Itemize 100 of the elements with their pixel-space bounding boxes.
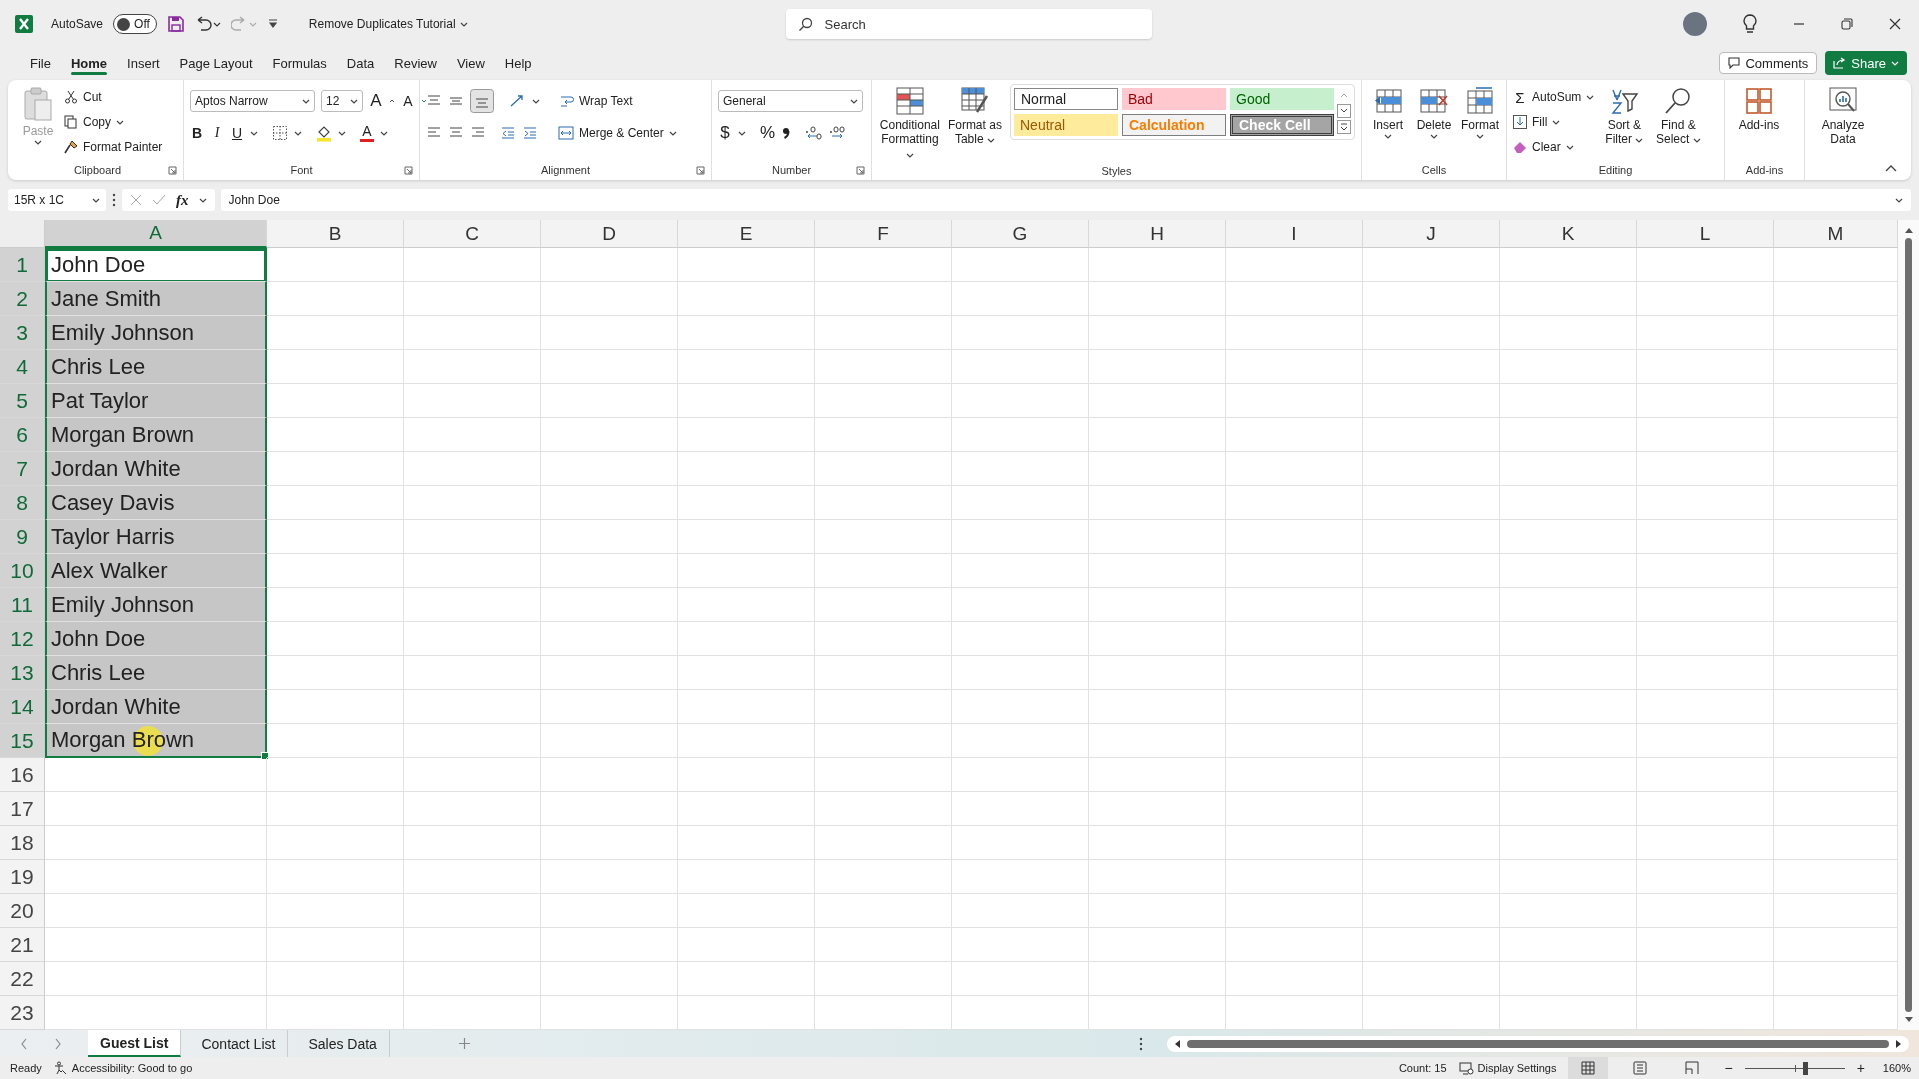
column-header[interactable]: D [541, 220, 678, 248]
column-header[interactable]: F [815, 220, 952, 248]
search-field[interactable]: Search [785, 9, 1152, 39]
dialog-launcher-icon[interactable] [404, 166, 413, 175]
find-select-button[interactable]: Find & Select [1654, 84, 1703, 147]
row-header[interactable]: 3 [0, 316, 45, 350]
column-header[interactable]: A [45, 220, 267, 248]
ribbon-tab[interactable]: Data [336, 51, 385, 75]
row-header[interactable]: 6 [0, 418, 45, 452]
sort-filter-button[interactable]: Sort & Filter [1600, 84, 1649, 147]
vertical-scrollbar[interactable] [1898, 220, 1919, 1030]
collapse-ribbon-icon[interactable] [1885, 164, 1897, 172]
zoom-in-button[interactable]: + [1856, 1060, 1865, 1076]
row-header[interactable]: 7 [0, 452, 45, 486]
row-header[interactable]: 10 [0, 554, 45, 588]
scroll-right-icon[interactable] [1895, 1038, 1903, 1049]
fill-button[interactable]: Fill [1513, 111, 1595, 133]
fill-handle[interactable] [261, 752, 269, 760]
formula-input[interactable]: John Doe [220, 189, 1911, 211]
save-icon[interactable] [166, 15, 185, 33]
fill-color-icon[interactable] [316, 124, 332, 142]
dialog-launcher-icon[interactable] [168, 166, 177, 175]
decrease-decimal-icon[interactable] [829, 125, 848, 141]
scroll-thumb[interactable] [1905, 238, 1912, 1012]
row-header[interactable]: 22 [0, 962, 45, 996]
avatar[interactable] [1683, 12, 1707, 36]
cut-button[interactable]: Cut [64, 86, 163, 108]
row-header[interactable]: 14 [0, 690, 45, 724]
copy-button[interactable]: Copy [64, 111, 163, 133]
cell-style-option[interactable]: Normal [1014, 88, 1118, 110]
name-box[interactable]: 15R x 1C [8, 189, 106, 211]
scroll-down-icon[interactable] [1337, 104, 1351, 118]
more-options-icon[interactable] [112, 193, 116, 207]
italic-button[interactable]: I [210, 125, 224, 141]
format-painter-button[interactable]: Format Painter [64, 136, 163, 158]
scroll-left-icon[interactable] [1173, 1038, 1181, 1049]
comma-style-icon[interactable] [781, 125, 792, 141]
increase-decimal-icon[interactable] [805, 125, 824, 141]
percent-button[interactable]: % [760, 123, 776, 143]
font-color-button[interactable]: A [360, 124, 374, 142]
ribbon-tab[interactable]: View [446, 51, 495, 75]
column-header[interactable]: I [1226, 220, 1363, 248]
merge-center-button[interactable]: Merge & Center [558, 122, 677, 144]
cell-style-option[interactable]: Neutral [1014, 114, 1118, 136]
autosum-button[interactable]: Σ AutoSum [1513, 86, 1595, 108]
row-header[interactable]: 23 [0, 996, 45, 1030]
document-title[interactable]: Remove Duplicates Tutorial [308, 17, 468, 31]
slider-thumb[interactable] [1802, 1061, 1808, 1075]
ribbon-tab[interactable]: Insert [117, 51, 170, 75]
more-options-icon[interactable] [1139, 1036, 1143, 1051]
add-ins-button[interactable]: Add-ins [1731, 84, 1787, 133]
row-header[interactable]: 16 [0, 758, 45, 792]
row-header[interactable]: 8 [0, 486, 45, 520]
grow-font-button[interactable]: A [369, 91, 383, 111]
insert-function-button[interactable]: fx [176, 191, 189, 209]
sheet-tab[interactable]: Guest List [88, 1030, 182, 1057]
restore-icon[interactable] [1841, 18, 1853, 30]
column-header[interactable]: B [267, 220, 404, 248]
dialog-launcher-icon[interactable] [856, 166, 865, 175]
currency-button[interactable]: $ [718, 123, 732, 143]
autosave-toggle[interactable]: Off [113, 14, 157, 34]
orientation-icon[interactable] [508, 93, 526, 109]
previous-sheet-icon[interactable] [20, 1037, 28, 1050]
share-button[interactable]: Share [1825, 51, 1907, 75]
display-settings-button[interactable]: Display Settings [1458, 1061, 1557, 1075]
column-header[interactable]: G [952, 220, 1089, 248]
row-header[interactable]: 20 [0, 894, 45, 928]
row-header[interactable]: 13 [0, 656, 45, 690]
row-header[interactable]: 5 [0, 384, 45, 418]
checkmark-icon[interactable] [152, 194, 166, 206]
number-format-dropdown[interactable]: General [718, 90, 863, 112]
close-icon[interactable] [1889, 18, 1901, 30]
borders-icon[interactable] [272, 125, 288, 141]
row-header[interactable]: 4 [0, 350, 45, 384]
row-header[interactable]: 18 [0, 826, 45, 860]
cell-style-option[interactable]: Good [1230, 88, 1334, 110]
ribbon-tab[interactable]: Formulas [262, 51, 337, 75]
dialog-launcher-icon[interactable] [696, 166, 705, 175]
clear-button[interactable]: Clear [1513, 136, 1595, 158]
font-size-dropdown[interactable]: 12 [321, 90, 363, 112]
row-header[interactable]: 11 [0, 588, 45, 622]
format-as-table-button[interactable]: Format as Table [947, 84, 1002, 147]
add-sheet-icon[interactable] [457, 1037, 471, 1050]
font-family-dropdown[interactable]: Aptos Narrow [190, 90, 315, 112]
sheet-tab[interactable]: Sales Data [296, 1030, 390, 1057]
cells-button[interactable]: Insert [1368, 84, 1408, 140]
analyze-data-button[interactable]: Analyze Data [1811, 84, 1875, 147]
scroll-up-icon[interactable] [1903, 226, 1914, 234]
horizontal-scrollbar[interactable] [1167, 1035, 1909, 1052]
row-header[interactable]: 12 [0, 622, 45, 656]
cells-button[interactable]: Delete [1414, 84, 1454, 140]
ribbon-tab[interactable]: File [20, 51, 61, 75]
accessibility-button[interactable]: Accessibility: Good to go [53, 1061, 193, 1075]
column-header[interactable]: H [1089, 220, 1226, 248]
next-sheet-icon[interactable] [54, 1037, 62, 1050]
wrap-text-button[interactable]: Wrap Text [560, 90, 633, 112]
scroll-thumb[interactable] [1187, 1039, 1889, 1048]
column-header[interactable]: C [404, 220, 541, 248]
bold-button[interactable]: B [190, 125, 204, 141]
row-header[interactable]: 17 [0, 792, 45, 826]
